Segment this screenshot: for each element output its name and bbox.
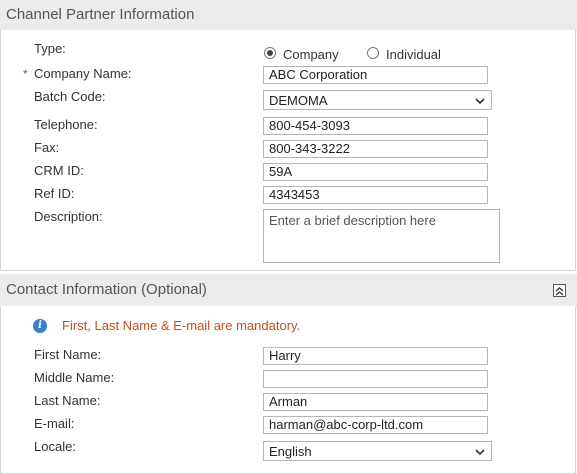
contact-header: Contact Information (Optional) — [0, 274, 577, 307]
description-label: Description: — [34, 209, 103, 224]
chevron-down-icon — [475, 442, 485, 468]
channel-partner-header: Channel Partner Information — [0, 0, 577, 31]
fax-label: Fax: — [34, 140, 60, 155]
type-company-radio[interactable] — [264, 47, 276, 59]
email-label: E-mail: — [34, 416, 75, 431]
mandatory-notice: First, Last Name & E-mail are mandatory. — [62, 318, 301, 333]
company-name-input[interactable]: ABC Corporation — [263, 66, 488, 84]
info-icon: i — [33, 319, 47, 333]
locale-value: English — [269, 444, 312, 459]
crm-id-input[interactable]: 59A — [263, 163, 488, 181]
last-name-label: Last Name: — [34, 393, 101, 408]
batch-code-value: DEMOMA — [269, 93, 328, 108]
type-individual-label[interactable]: Individual — [386, 47, 441, 62]
batch-code-label: Batch Code: — [34, 89, 106, 104]
first-name-label: First Name: — [34, 347, 102, 362]
required-marker: * — [23, 67, 28, 81]
channel-partner-title: Channel Partner Information — [6, 6, 195, 23]
middle-name-label: Middle Name: — [34, 370, 115, 385]
collapse-up-icon[interactable] — [553, 284, 566, 297]
type-company-label[interactable]: Company — [283, 47, 339, 62]
locale-label: Locale: — [34, 439, 76, 454]
batch-code-select[interactable]: DEMOMA — [263, 90, 492, 110]
fax-input[interactable]: 800-343-3222 — [263, 140, 488, 158]
last-name-input[interactable]: Arman — [263, 393, 488, 411]
chevron-down-icon — [475, 91, 485, 117]
type-label: Type: — [34, 41, 66, 56]
telephone-input[interactable]: 800-454-3093 — [263, 117, 488, 135]
crm-id-label: CRM ID: — [34, 163, 84, 178]
telephone-label: Telephone: — [34, 117, 98, 132]
locale-select[interactable]: English — [263, 441, 492, 461]
email-input[interactable]: harman@abc-corp-ltd.com — [263, 416, 488, 434]
company-name-label: Company Name: — [34, 66, 132, 81]
first-name-input[interactable]: Harry — [263, 347, 488, 365]
type-individual-radio[interactable] — [367, 47, 379, 59]
contact-title: Contact Information (Optional) — [6, 281, 207, 298]
middle-name-input[interactable] — [263, 370, 488, 388]
description-textarea[interactable]: Enter a brief description here — [263, 209, 500, 263]
ref-id-input[interactable]: 4343453 — [263, 186, 488, 204]
ref-id-label: Ref ID: — [34, 186, 75, 201]
